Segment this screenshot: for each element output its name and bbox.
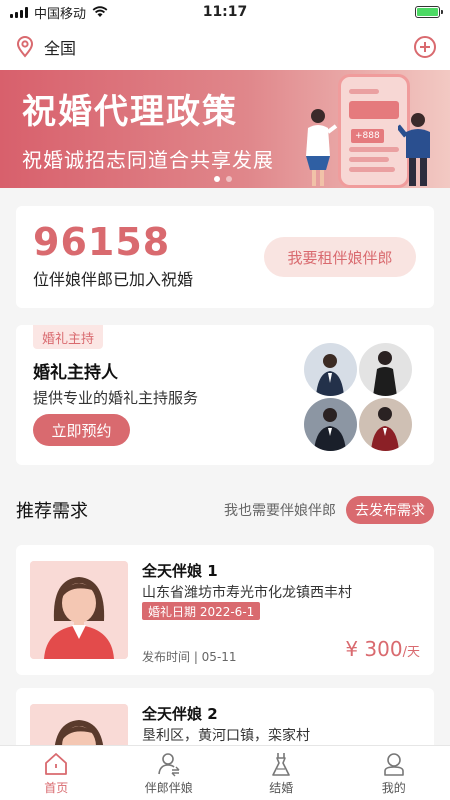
member-count: 96158	[33, 220, 171, 264]
banner-subtitle: 祝婚诚招志同道合共享发展	[22, 148, 274, 172]
profile-icon	[383, 752, 404, 776]
host-avatar[interactable]	[304, 398, 357, 451]
stats-card: 96158 位伴娘伴郎已加入祝婚 我要租伴娘伴郎	[16, 206, 434, 308]
tab-wedding[interactable]: 结婚	[225, 746, 338, 800]
banner-pager[interactable]	[214, 176, 232, 182]
man-figure-icon	[398, 113, 430, 186]
rent-companion-button[interactable]: 我要租伴娘伴郎	[264, 237, 416, 277]
host-avatar[interactable]	[304, 343, 357, 396]
tab-label: 首页	[44, 780, 69, 795]
section-title: 推荐需求	[16, 501, 88, 522]
phone-amount: +888	[351, 129, 384, 143]
woman-figure-icon	[306, 109, 338, 186]
add-button[interactable]	[414, 36, 436, 58]
tab-label: 我的	[381, 780, 406, 795]
request-address: 垦利区，黄河口镇，栾家村	[142, 728, 310, 744]
wedding-host-card[interactable]: 婚礼主持 婚礼主持人 提供专业的婚礼主持服务 立即预约	[16, 325, 434, 465]
carrier-label: 中国移动	[34, 6, 87, 22]
request-price: ¥ 300/天	[345, 637, 420, 661]
request-card[interactable]: 全天伴娘 1 山东省潍坊市寿光市化龙镇西丰村 婚礼日期 2022-6-1 发布时…	[16, 545, 434, 675]
location-selector[interactable]: 全国	[44, 35, 414, 59]
publish-request-button[interactable]: 去发布需求	[346, 496, 434, 524]
tab-home[interactable]: 首页	[0, 746, 113, 800]
book-now-button[interactable]: 立即预约	[33, 414, 130, 446]
top-bar: 全国	[0, 24, 450, 70]
pager-dot[interactable]	[226, 176, 232, 182]
home-icon	[45, 752, 68, 775]
price-value: ¥ 300	[345, 637, 403, 661]
host-avatar[interactable]	[359, 398, 412, 451]
request-title: 全天伴娘 1	[142, 562, 218, 580]
person-swap-icon	[157, 752, 180, 776]
request-address: 山东省潍坊市寿光市化龙镇西丰村	[142, 585, 352, 601]
promo-banner[interactable]: 祝婚代理政策 祝婚诚招志同道合共享发展 +888	[0, 70, 450, 188]
publish-time: 发布时间 | 05-11	[142, 650, 237, 664]
price-unit: /天	[402, 645, 420, 660]
clock: 11:17	[202, 4, 248, 20]
signal-icon	[10, 6, 28, 18]
banner-title: 祝婚代理政策	[22, 92, 238, 132]
wedding-dress-icon	[272, 752, 291, 776]
recommend-section-header: 推荐需求 我也需要伴娘伴郎 去发布需求	[0, 494, 450, 526]
host-avatars	[304, 343, 412, 451]
pager-dot-active[interactable]	[214, 176, 220, 182]
section-hint: 我也需要伴娘伴郎	[224, 503, 336, 519]
host-description: 提供专业的婚礼主持服务	[33, 389, 199, 407]
status-bar: 中国移动 11:17	[0, 0, 450, 24]
host-title: 婚礼主持人	[33, 363, 118, 383]
bottom-tab-bar: 首页 伴郎伴娘 结婚 我的	[0, 745, 450, 800]
bridesmaid-avatar	[30, 561, 128, 659]
request-title: 全天伴娘 2	[142, 705, 218, 723]
wifi-icon	[92, 6, 108, 17]
tab-profile[interactable]: 我的	[338, 746, 450, 800]
battery-icon	[414, 6, 443, 18]
tab-label: 伴郎伴娘	[144, 780, 193, 795]
tab-companions[interactable]: 伴郎伴娘	[113, 746, 226, 800]
location-pin-icon[interactable]	[14, 36, 36, 58]
wedding-date-badge: 婚礼日期 2022-6-1	[142, 602, 261, 620]
host-avatar[interactable]	[359, 343, 412, 396]
member-count-label: 位伴娘伴郎已加入祝婚	[33, 270, 194, 289]
host-tag: 婚礼主持	[33, 325, 104, 349]
tab-label: 结婚	[269, 780, 294, 795]
